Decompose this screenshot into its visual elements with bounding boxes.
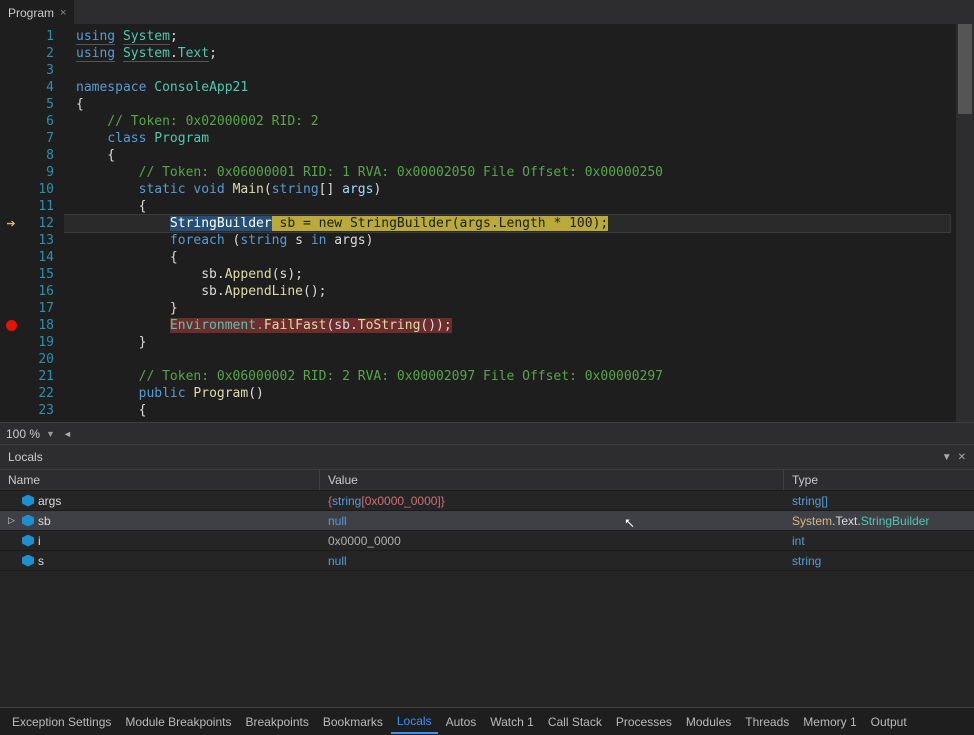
- tab-autos[interactable]: Autos: [440, 711, 483, 733]
- chevron-down-icon[interactable]: ▼: [46, 429, 55, 439]
- code-content[interactable]: using System; using System.Text; namespa…: [64, 24, 956, 422]
- tab-module-breakpoints[interactable]: Module Breakpoints: [119, 711, 237, 733]
- dropdown-icon[interactable]: ▼: [942, 452, 952, 463]
- close-icon[interactable]: ×: [60, 7, 66, 19]
- column-name[interactable]: Name: [0, 470, 320, 490]
- object-icon: [22, 555, 34, 567]
- document-tab-program[interactable]: Program ×: [0, 0, 74, 24]
- tab-memory1[interactable]: Memory 1: [797, 711, 862, 733]
- close-icon[interactable]: ✕: [958, 452, 966, 463]
- expand-icon[interactable]: ▷: [8, 515, 18, 526]
- tab-call-stack[interactable]: Call Stack: [542, 711, 608, 733]
- tab-threads[interactable]: Threads: [739, 711, 795, 733]
- vertical-scrollbar[interactable]: [956, 24, 974, 422]
- table-row[interactable]: args {string[0x0000_0000]} string[]: [0, 491, 974, 511]
- column-type[interactable]: Type: [784, 470, 974, 490]
- line-numbers: 123 456 789 101112 131415 161718 192021 …: [22, 24, 64, 422]
- scroll-left-icon[interactable]: ◄: [63, 429, 72, 439]
- tab-exception-settings[interactable]: Exception Settings: [6, 711, 117, 733]
- tab-bookmarks[interactable]: Bookmarks: [317, 711, 389, 733]
- tab-locals[interactable]: Locals: [391, 710, 438, 734]
- object-icon: [22, 515, 34, 527]
- scrollbar-thumb[interactable]: [958, 24, 972, 114]
- object-icon: [22, 535, 34, 547]
- grid-header: Name Value Type: [0, 469, 974, 491]
- zoom-bar: 100 % ▼ ◄: [0, 422, 974, 444]
- breakpoint-icon[interactable]: [0, 317, 22, 334]
- document-tab-bar: Program ×: [0, 0, 974, 24]
- current-execution-line: StringBuilder sb = new StringBuilder(arg…: [64, 215, 950, 232]
- table-row[interactable]: i 0x0000_0000 int: [0, 531, 974, 551]
- object-icon: [22, 495, 34, 507]
- panel-header[interactable]: Locals ▼ ✕: [0, 445, 974, 469]
- tab-output[interactable]: Output: [865, 711, 913, 733]
- tab-processes[interactable]: Processes: [610, 711, 678, 733]
- panel-title: Locals: [8, 450, 43, 464]
- current-line-arrow-icon: ➔: [0, 215, 22, 232]
- tab-modules[interactable]: Modules: [680, 711, 737, 733]
- tab-watch1[interactable]: Watch 1: [484, 711, 540, 733]
- column-value[interactable]: Value: [320, 470, 784, 490]
- locals-panel: Locals ▼ ✕ Name Value Type args {string[…: [0, 444, 974, 707]
- table-row[interactable]: s null string: [0, 551, 974, 571]
- zoom-level[interactable]: 100 %: [6, 427, 40, 441]
- bottom-tab-strip: Exception Settings Module Breakpoints Br…: [0, 707, 974, 735]
- gutter: ➔: [0, 24, 22, 422]
- code-editor[interactable]: ➔ 123 456 789 101112 131415 161718 19202…: [0, 24, 974, 422]
- tab-breakpoints[interactable]: Breakpoints: [239, 711, 314, 733]
- locals-grid: args {string[0x0000_0000]} string[] ▷sb …: [0, 491, 974, 707]
- tab-title: Program: [8, 6, 54, 20]
- table-row[interactable]: ▷sb null System.Text.StringBuilder: [0, 511, 974, 531]
